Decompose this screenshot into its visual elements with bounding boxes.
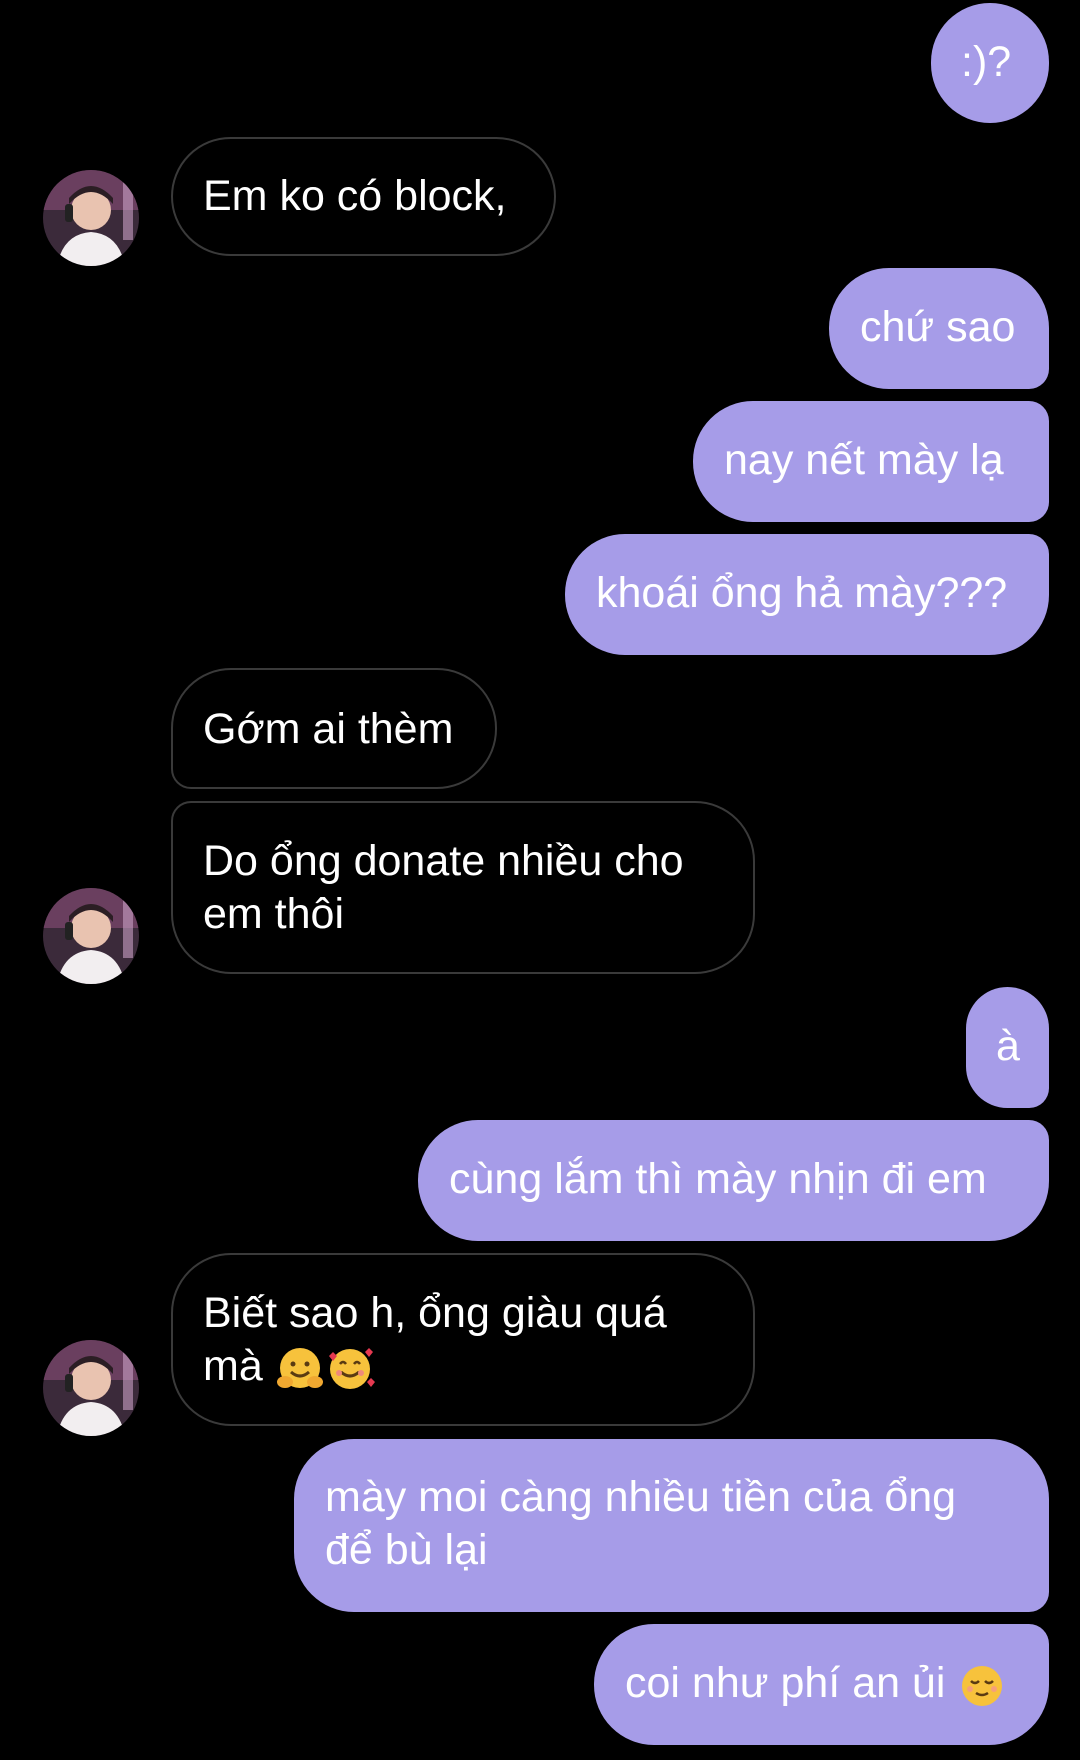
incoming-message[interactable]: Biết sao h, ổng giàu quá mà: [171, 1253, 755, 1426]
message-text: coi như phí an ủi: [625, 1657, 1049, 1711]
message-text: mày moi càng nhiều tiền của ổng để bù lạ…: [325, 1473, 957, 1574]
contact-avatar-icon: [43, 888, 139, 984]
message-text: cùng lắm thì mày nhịn đi em: [449, 1155, 987, 1203]
outgoing-message[interactable]: à: [966, 987, 1049, 1108]
message-text: khoái ổng hả mày???: [596, 569, 1008, 617]
message-text: Do ổng donate nhiều cho em thôi: [203, 837, 684, 938]
outgoing-message[interactable]: cùng lắm thì mày nhịn đi em: [418, 1120, 1049, 1241]
contact-avatar-icon: [43, 170, 139, 266]
message-text: Gớm ai thèm: [203, 705, 454, 753]
outgoing-message[interactable]: :)?: [931, 3, 1049, 123]
incoming-message[interactable]: Do ổng donate nhiều cho em thôi: [171, 801, 755, 974]
relieved-face-icon: [962, 1665, 1003, 1706]
incoming-message[interactable]: Gớm ai thèm: [171, 668, 497, 789]
outgoing-message[interactable]: nay nết mày lạ: [693, 401, 1049, 522]
hugging-face-icon: [276, 1347, 323, 1388]
incoming-message[interactable]: Em ko có block,: [171, 137, 556, 256]
message-text: :)?: [961, 38, 1012, 86]
avatar[interactable]: [43, 1340, 139, 1436]
outgoing-message[interactable]: mày moi càng nhiều tiền của ổng để bù lạ…: [294, 1439, 1049, 1612]
outgoing-message[interactable]: khoái ổng hả mày???: [565, 534, 1049, 655]
message-text: Biết sao h, ổng giàu quá mà: [203, 1287, 753, 1394]
avatar[interactable]: [43, 170, 139, 266]
message-text: chứ sao: [860, 303, 1016, 351]
avatar[interactable]: [43, 888, 139, 984]
outgoing-message[interactable]: chứ sao: [829, 268, 1049, 389]
outgoing-message[interactable]: coi như phí an ủi: [594, 1624, 1049, 1745]
message-text: à: [996, 1022, 1020, 1070]
chat-thread: :)? Em ko có block, chứ sao nay nết mày …: [0, 0, 1080, 1760]
message-text: Em ko có block,: [203, 172, 507, 220]
smiling-face-with-hearts-icon: [328, 1347, 375, 1389]
contact-avatar-icon: [43, 1340, 139, 1436]
message-text: nay nết mày lạ: [724, 436, 1004, 484]
